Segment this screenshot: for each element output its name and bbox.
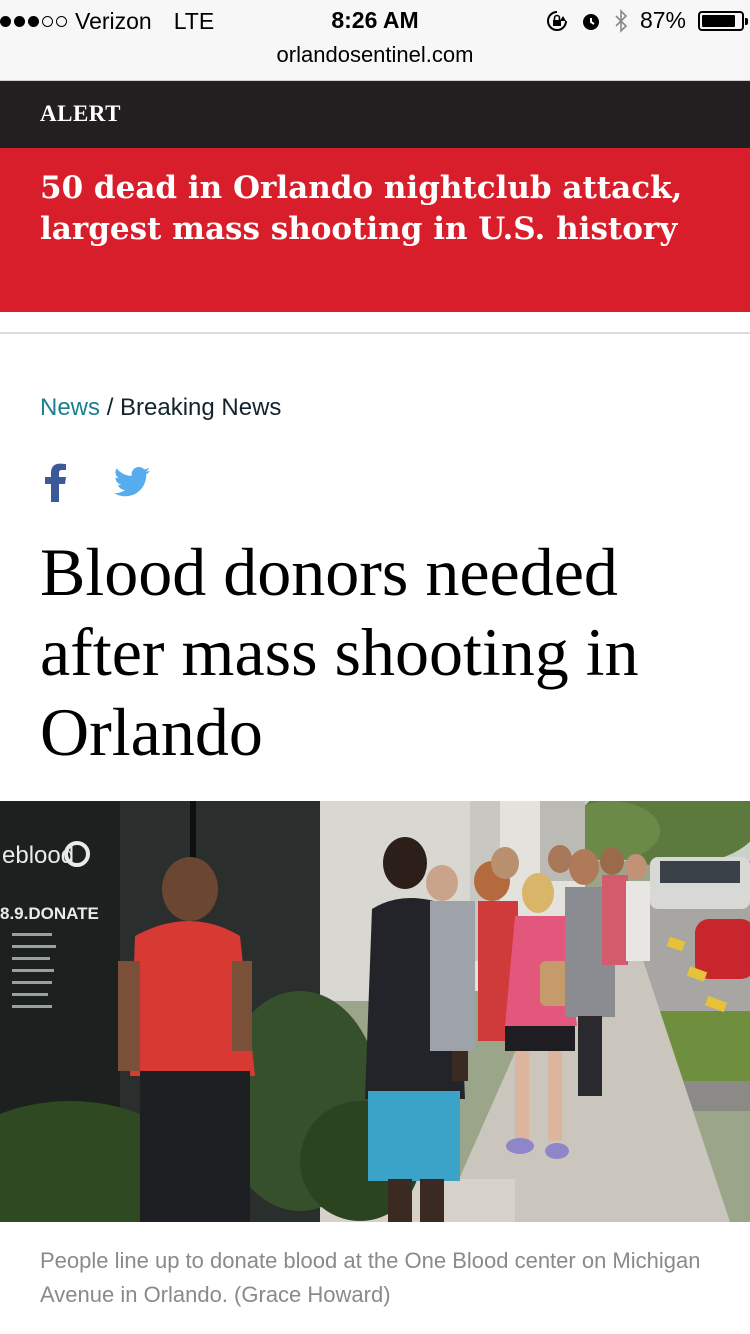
url-bar[interactable]: orlandosentinel.com bbox=[0, 42, 750, 68]
status-right: 87% bbox=[546, 7, 748, 34]
breadcrumb: News / Breaking News bbox=[40, 394, 281, 422]
share-bar bbox=[40, 462, 150, 502]
bluetooth-icon bbox=[615, 8, 628, 33]
article-photo[interactable]: eblood 8.9.DONATE bbox=[0, 801, 750, 1222]
blood-donation-line-photo: eblood 8.9.DONATE bbox=[0, 801, 750, 1222]
alert-headline-link[interactable]: 50 dead in Orlando nightclub attack, lar… bbox=[40, 168, 730, 250]
breadcrumb-breaking-news-link[interactable]: Breaking News bbox=[120, 394, 281, 421]
alert-header: ALERT bbox=[0, 81, 750, 148]
section-divider bbox=[0, 332, 750, 334]
breadcrumb-news-link[interactable]: News bbox=[40, 394, 100, 421]
article-title: Blood donors needed after mass shooting … bbox=[40, 534, 639, 770]
rotation-lock-icon bbox=[546, 10, 567, 31]
alarm-icon bbox=[582, 13, 599, 30]
battery-percent: 87% bbox=[639, 7, 686, 33]
alert-banner[interactable]: 50 dead in Orlando nightclub attack, lar… bbox=[0, 148, 750, 312]
alert-label: ALERT bbox=[40, 101, 121, 126]
facebook-icon[interactable] bbox=[40, 462, 70, 502]
photo-caption: People line up to donate blood at the On… bbox=[40, 1248, 701, 1307]
photo-sign-brand: eblood bbox=[2, 842, 74, 869]
status-bar: Verizon LTE 8:26 AM 87% orlandosentinel.… bbox=[0, 0, 750, 81]
photo-sign-phone: 8.9.DONATE bbox=[0, 904, 99, 923]
battery-icon bbox=[698, 10, 748, 31]
breadcrumb-separator: / bbox=[106, 394, 114, 421]
twitter-icon[interactable] bbox=[114, 467, 150, 497]
